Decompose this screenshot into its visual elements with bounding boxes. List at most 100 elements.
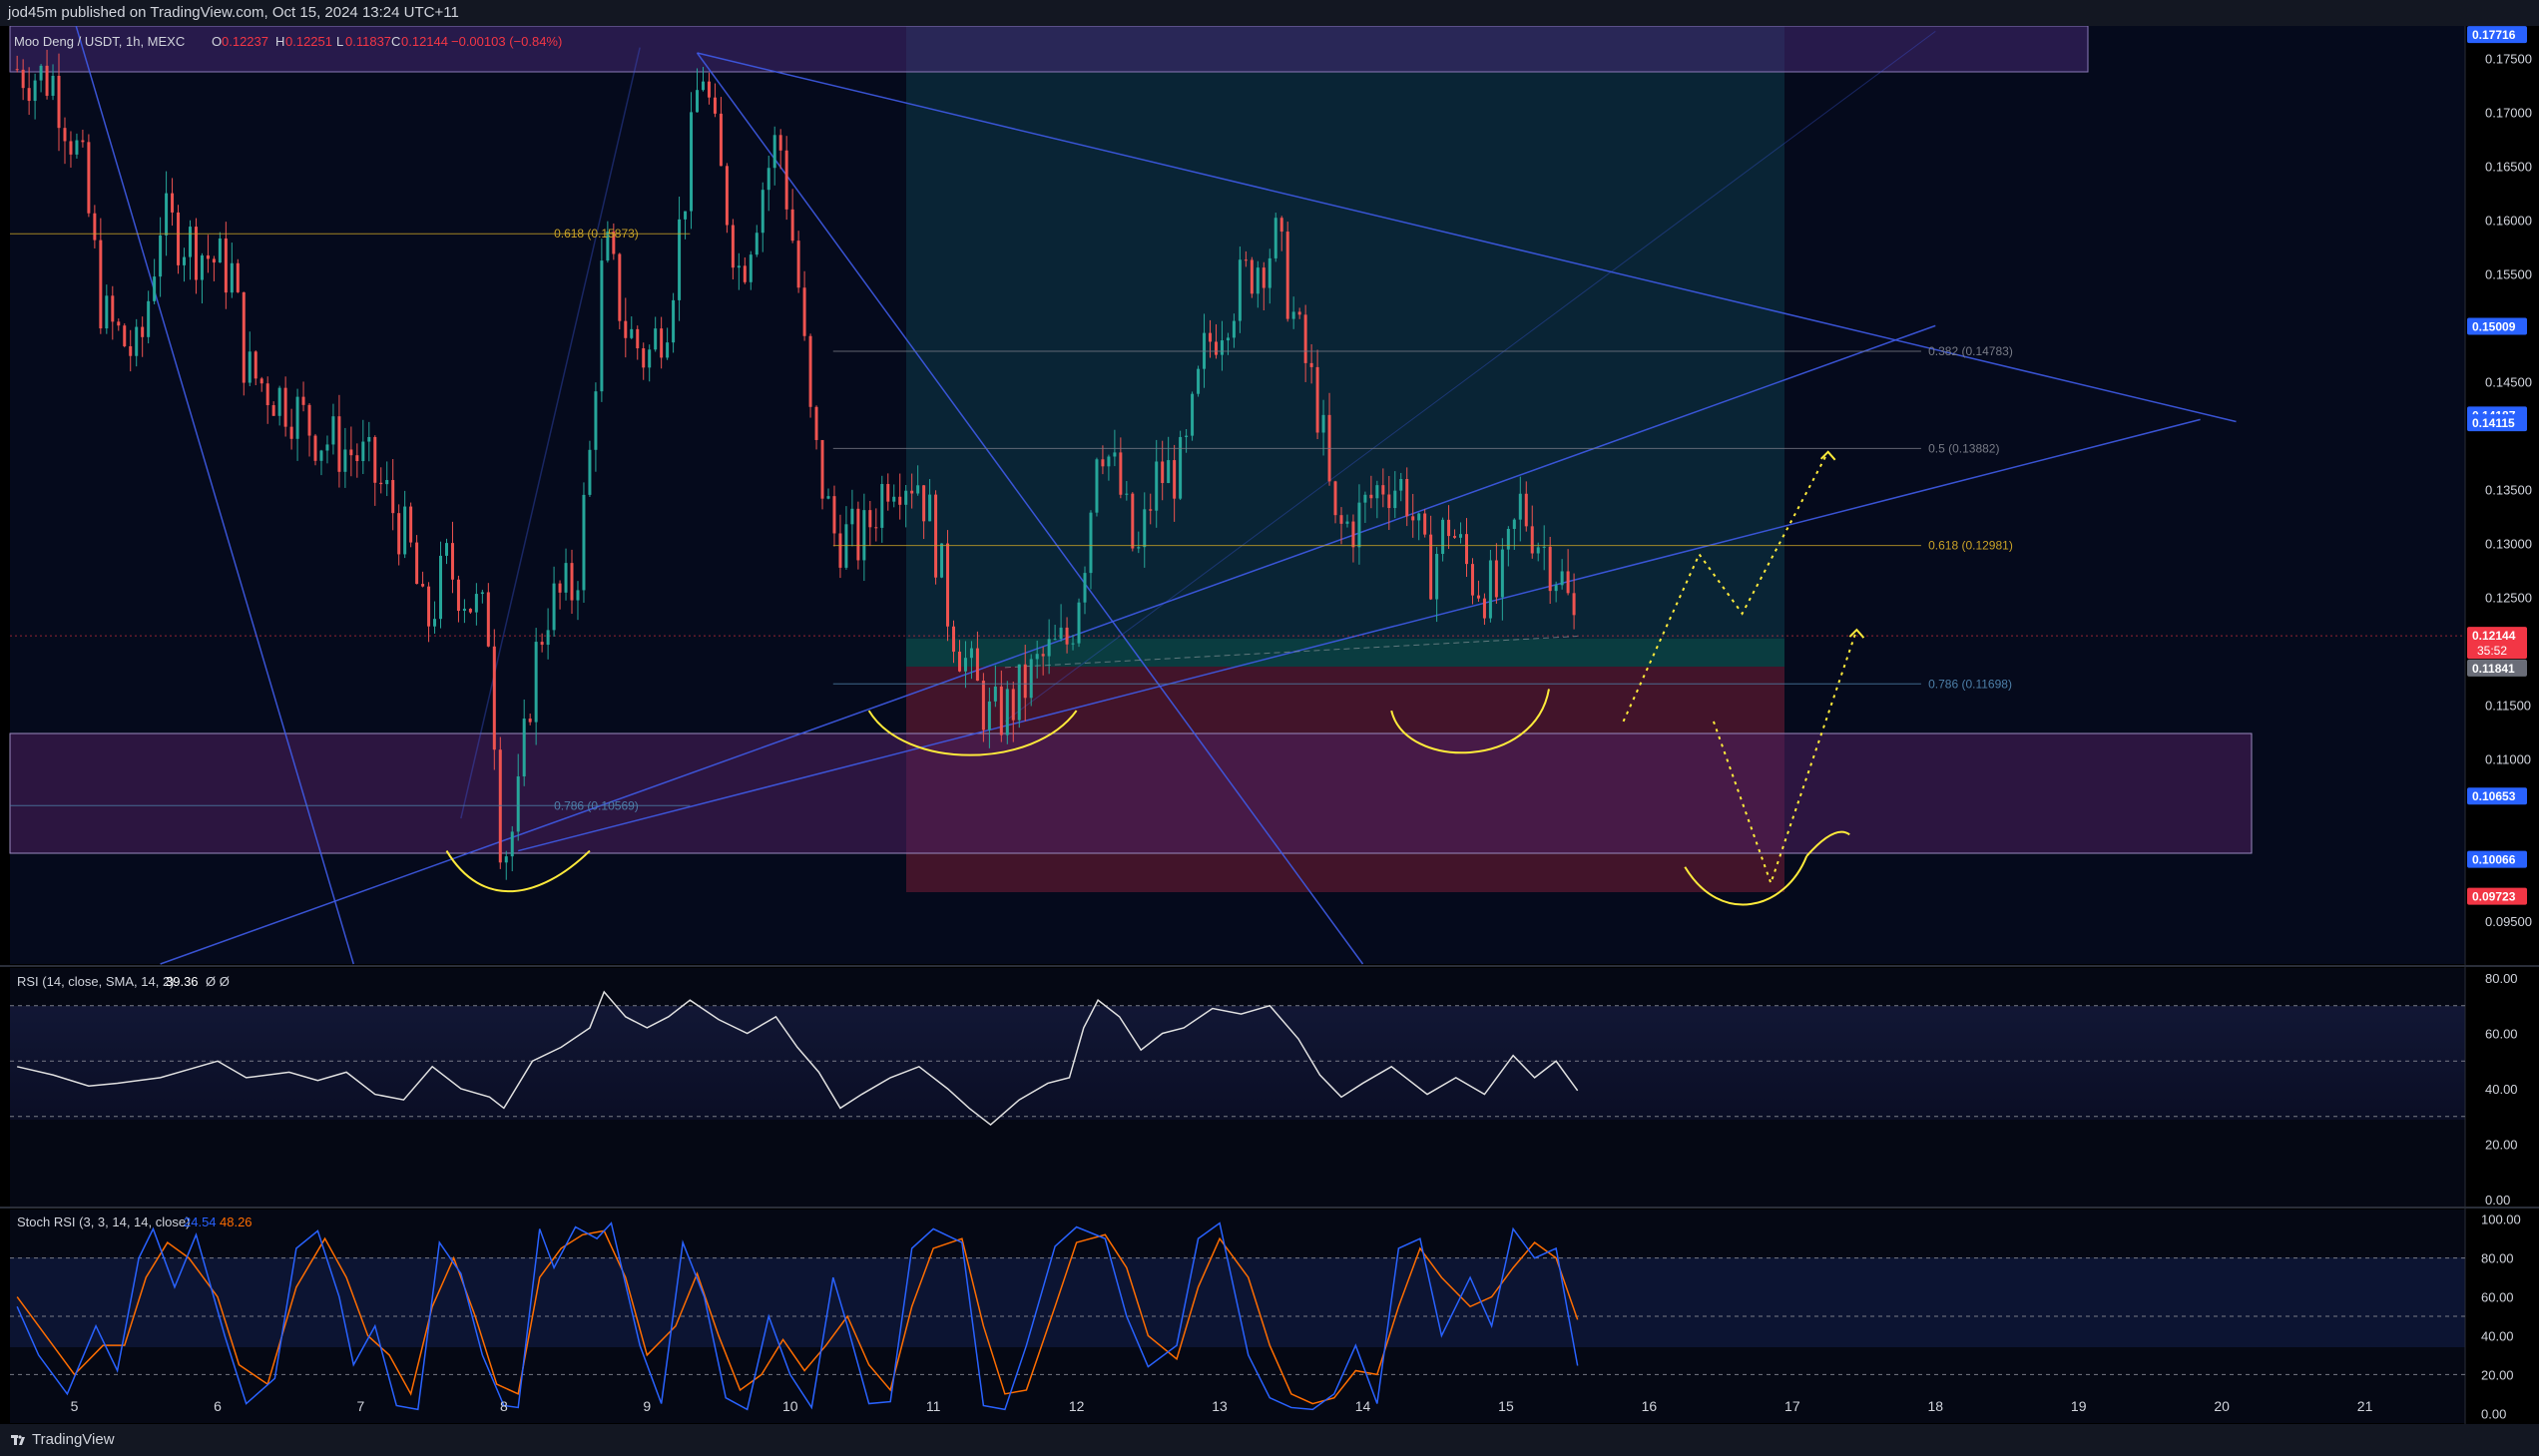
candle-body [1077, 602, 1081, 644]
candle-body [790, 209, 794, 242]
candle-body [289, 426, 293, 439]
candle-body [522, 719, 526, 777]
candle-body [1041, 654, 1045, 657]
countdown-text: 35:52 [2477, 644, 2507, 658]
price-tick-label: 0.11000 [2485, 752, 2531, 767]
rsi-value: 39.36 [166, 974, 199, 989]
candle-body [1488, 560, 1492, 619]
candle-body [1011, 689, 1015, 721]
candle-body [415, 542, 419, 585]
candle-body [552, 583, 556, 631]
candle-body [1119, 452, 1123, 495]
candle-body [1095, 459, 1099, 513]
candle-body [200, 254, 204, 280]
candle-body [349, 449, 353, 456]
candle-body [1393, 490, 1397, 509]
candle-body [105, 295, 109, 329]
candle-body [1494, 560, 1498, 598]
candle-body [880, 484, 884, 528]
rsi-tick-label: 40.00 [2485, 1082, 2518, 1097]
candle-body [212, 258, 216, 263]
candle-body [1518, 493, 1522, 520]
rsi-title[interactable]: RSI (14, close, SMA, 14, 2) [17, 974, 175, 989]
candle-body [33, 80, 37, 102]
price-tick-label: 0.13500 [2485, 483, 2532, 498]
candle-body [218, 238, 222, 263]
candle-body [183, 256, 187, 265]
candle-body [1285, 232, 1289, 319]
candle-body [194, 227, 198, 280]
candle-body [892, 496, 896, 502]
candle-body [654, 328, 658, 350]
price-tick-label: 0.11500 [2485, 699, 2531, 714]
candle-body [1250, 259, 1254, 294]
candle-body [433, 619, 437, 627]
fib-level-label: 0.786 (0.10569) [554, 798, 639, 812]
candle-body [325, 444, 329, 451]
candle-body [1423, 513, 1427, 535]
candle-body [474, 594, 478, 613]
candle-body [1375, 485, 1379, 499]
candle-body [1167, 460, 1171, 484]
candle-body [516, 776, 520, 832]
price-axis-badge-text: 0.10066 [2472, 853, 2516, 867]
candle-body [820, 439, 824, 499]
close-label: C [391, 34, 400, 49]
candle-body [778, 135, 782, 151]
candle-body [802, 287, 806, 336]
candle-body [15, 69, 19, 71]
candle-body [123, 325, 127, 346]
candle-body [713, 97, 717, 114]
candle-body [570, 563, 574, 601]
candle-body [624, 320, 628, 338]
time-tick-label: 7 [357, 1398, 365, 1414]
candle-body [814, 406, 818, 440]
candle-body [111, 295, 115, 322]
change-value: −0.00103 (−0.84%) [451, 34, 562, 49]
candle-body [916, 485, 920, 494]
chart-area[interactable]: 0.618 (0.15873) 0.786 (0.10569) 0.382 (0.1… [0, 26, 2539, 1424]
candle-body [230, 262, 234, 293]
candle-body [271, 405, 275, 416]
stoch-title[interactable]: Stoch RSI (3, 3, 14, 14, close) [17, 1214, 190, 1229]
candle-body [135, 326, 139, 356]
candle-body [707, 81, 711, 98]
candle-body [772, 135, 776, 169]
candle-body [1125, 493, 1129, 495]
price-tick-label: 0.14500 [2485, 375, 2532, 390]
candle-body [743, 265, 747, 282]
candle-body [307, 404, 311, 436]
candle-body [492, 646, 496, 750]
candle-body [1459, 534, 1463, 538]
candle-body [1500, 549, 1504, 598]
candle-body [367, 436, 371, 442]
time-tick-label: 11 [926, 1398, 941, 1414]
time-tick-label: 16 [1642, 1398, 1658, 1414]
candle-body [153, 276, 157, 301]
candle-body [1065, 627, 1069, 645]
candle-body [648, 349, 652, 368]
symbol-label[interactable]: Moo Deng / USDT, 1h, MEXC [14, 34, 185, 49]
price-axis-badge-text: 0.10653 [2472, 789, 2516, 803]
candle-body [1476, 595, 1480, 599]
candle-body [1017, 664, 1021, 721]
candle-body [403, 506, 407, 555]
candle-body [343, 449, 347, 472]
candle-body [456, 579, 460, 612]
candle-body [188, 227, 192, 257]
candle-body [1435, 554, 1439, 600]
candle-body [504, 856, 508, 863]
candle-body [1220, 340, 1224, 355]
candle-body [1089, 512, 1093, 574]
candle-body [636, 328, 640, 349]
candle-body [666, 342, 670, 358]
candle-body [81, 140, 85, 143]
stoch-tick-label: 40.00 [2481, 1328, 2514, 1343]
candle-body [87, 142, 91, 214]
candle-body [755, 233, 759, 255]
candle-body [1297, 311, 1301, 315]
candle-body [558, 583, 562, 593]
candle-body [862, 510, 866, 561]
candle-body [766, 168, 770, 191]
candle-body [1107, 456, 1111, 467]
